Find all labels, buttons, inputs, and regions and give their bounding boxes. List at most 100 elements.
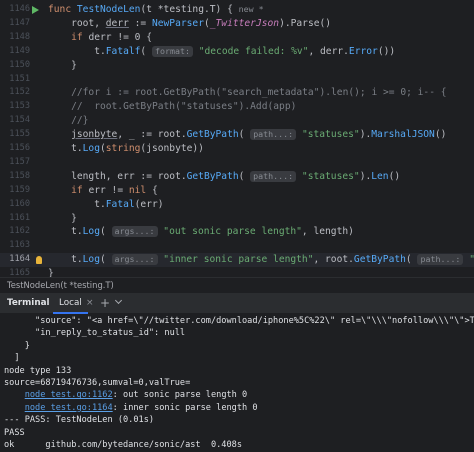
code-token: if — [71, 31, 89, 43]
terminal-line: "in_reply_to_status_id": null — [4, 328, 186, 339]
chevron-down-icon[interactable] — [114, 296, 123, 305]
tab-local[interactable]: Local — [53, 293, 88, 314]
code-line[interactable]: 1156 t.Log(string(jsonbyte)) — [0, 142, 474, 156]
code-token: err != — [88, 184, 129, 196]
terminal-line: source=68719476736,sumval=0,valTrue= — [4, 378, 191, 388]
code-line[interactable]: 1152 //for i := root.GetByPath("search_m… — [0, 86, 474, 100]
code-token: if — [71, 184, 89, 196]
code-text: //for i := root.GetByPath("search_metada… — [48, 86, 447, 100]
code-token: ( — [238, 129, 251, 141]
code-text: root, derr := NewParser(_TwitterJson).Pa… — [48, 17, 331, 31]
add-tab-icon[interactable]: + — [100, 296, 110, 310]
code-line[interactable]: 1149 t.Fatalf( format: "decode failed: %… — [0, 45, 474, 59]
line-number: 1164 — [9, 254, 30, 265]
code-editor[interactable]: 1146 func TestNodeLen(t *testing.T) { new… — [0, 0, 474, 277]
code-line[interactable]: 1157 — [0, 156, 474, 170]
code-line[interactable]: 1155 jsonbyte, _ := root.GetByPath( path… — [0, 128, 474, 142]
code-token: } — [48, 59, 77, 71]
code-text: t.Log( args...: "inner sonic parse lengt… — [48, 253, 474, 267]
file-link[interactable]: node_test.go:1164 — [25, 403, 113, 413]
code-token: , root. — [313, 254, 354, 266]
code-text: //} — [48, 114, 88, 128]
line-number: 1158 — [9, 170, 30, 181]
terminal-text: : inner sonic parse length 0 — [112, 402, 258, 413]
code-token: //for i := root.GetByPath("search_metada… — [48, 87, 447, 99]
terminal-toolbar: Terminal Local × + — [0, 292, 474, 314]
code-text: } — [48, 212, 77, 226]
line-number: 1151 — [9, 73, 30, 84]
code-token: ). — [359, 170, 372, 182]
code-token: ( — [405, 254, 418, 266]
code-token: , _ := root. — [117, 129, 187, 141]
line-number: 1163 — [9, 240, 30, 251]
lightbulb-icon[interactable] — [36, 256, 42, 265]
code-token: ( — [140, 45, 152, 57]
terminal-text: : out sonic parse length 0 — [112, 390, 248, 401]
code-token: derr — [105, 17, 129, 29]
code-line[interactable]: 1162 t.Log( args...: "out sonic parse le… — [0, 225, 474, 239]
code-token: } — [48, 212, 77, 224]
code-token: length, err := root. — [48, 170, 187, 182]
code-token: t. — [48, 254, 83, 266]
code-token: "statuses" — [469, 254, 474, 265]
code-token: //} — [48, 115, 89, 127]
terminal-line: } — [4, 340, 30, 351]
code-text: func TestNodeLen(t *testing.T) { new * — [48, 3, 264, 17]
code-line[interactable]: 1158 length, err := root.GetByPath( path… — [0, 170, 474, 184]
code-line[interactable]: 1161 } — [0, 212, 474, 226]
code-line[interactable]: 1164 t.Log( args...: "inner sonic parse … — [0, 253, 474, 268]
code-line[interactable]: 1163 — [0, 239, 474, 253]
code-token: , length) — [301, 226, 354, 238]
line-number: 1162 — [9, 226, 30, 237]
line-number: 1159 — [9, 184, 30, 195]
code-token: (err) — [134, 198, 164, 210]
code-line[interactable]: 1148 if derr != 0 { — [0, 31, 474, 45]
line-number: 1161 — [9, 212, 30, 223]
code-token: // root.GetByPath("statuses").Add(app) — [48, 101, 297, 113]
code-line[interactable]: 1165} — [0, 267, 474, 277]
code-token: ).Parse() — [279, 17, 332, 29]
close-icon[interactable]: × — [86, 298, 94, 308]
code-token: (jsonbyte)) — [140, 143, 204, 154]
code-token: t. — [48, 143, 83, 154]
code-token: root, — [48, 17, 106, 29]
code-token: Fatalf — [105, 45, 141, 57]
terminal-line: ] — [4, 353, 20, 364]
code-text: t.Fatalf( format: "decode failed: %v", d… — [48, 45, 395, 59]
code-line[interactable]: 1151 — [0, 73, 474, 87]
file-link[interactable]: node_test.go:1162 — [25, 390, 113, 400]
line-number: 1165 — [9, 268, 30, 277]
code-token: Log — [82, 226, 100, 238]
code-token: "out sonic parse length" — [163, 226, 302, 238]
terminal-title[interactable]: Terminal — [7, 298, 50, 308]
code-line[interactable]: 1153 // root.GetByPath("statuses").Add(a… — [0, 100, 474, 114]
run-test-icon[interactable] — [32, 6, 39, 14]
terminal-output[interactable]: "source": "<a href=\"//twitter.com/downl… — [0, 314, 474, 452]
breadcrumb[interactable]: TestNodeLen(t *testing.T) — [0, 277, 474, 292]
code-text: } — [48, 267, 54, 277]
code-text: if err != nil { — [48, 184, 158, 198]
code-line[interactable]: 1150 } — [0, 59, 474, 73]
code-token: Log — [82, 254, 100, 266]
line-number: 1156 — [9, 143, 30, 153]
code-token: (t *testing.T) { — [140, 4, 239, 15]
line-number: 1147 — [9, 17, 30, 28]
code-token: () — [388, 170, 401, 182]
code-line[interactable]: 1159 if err != nil { — [0, 184, 474, 198]
code-token: Len — [371, 170, 389, 182]
code-token: := — [128, 17, 152, 29]
code-text: jsonbyte, _ := root.GetByPath( path...: … — [48, 128, 446, 142]
code-line[interactable]: 1160 t.Fatal(err) — [0, 198, 474, 212]
parameter-hint: path...: — [250, 170, 297, 182]
line-number: 1155 — [9, 129, 30, 140]
code-token: ( — [99, 254, 112, 266]
code-token: ). — [359, 129, 372, 141]
code-line[interactable]: 1154 //} — [0, 114, 474, 128]
line-number: 1152 — [9, 87, 30, 98]
code-token: Fatal — [105, 198, 135, 210]
code-token: t. — [48, 226, 83, 238]
code-line[interactable]: 1147 root, derr := NewParser(_TwitterJso… — [0, 17, 474, 31]
code-line[interactable]: 1146 func TestNodeLen(t *testing.T) { new… — [0, 3, 474, 17]
